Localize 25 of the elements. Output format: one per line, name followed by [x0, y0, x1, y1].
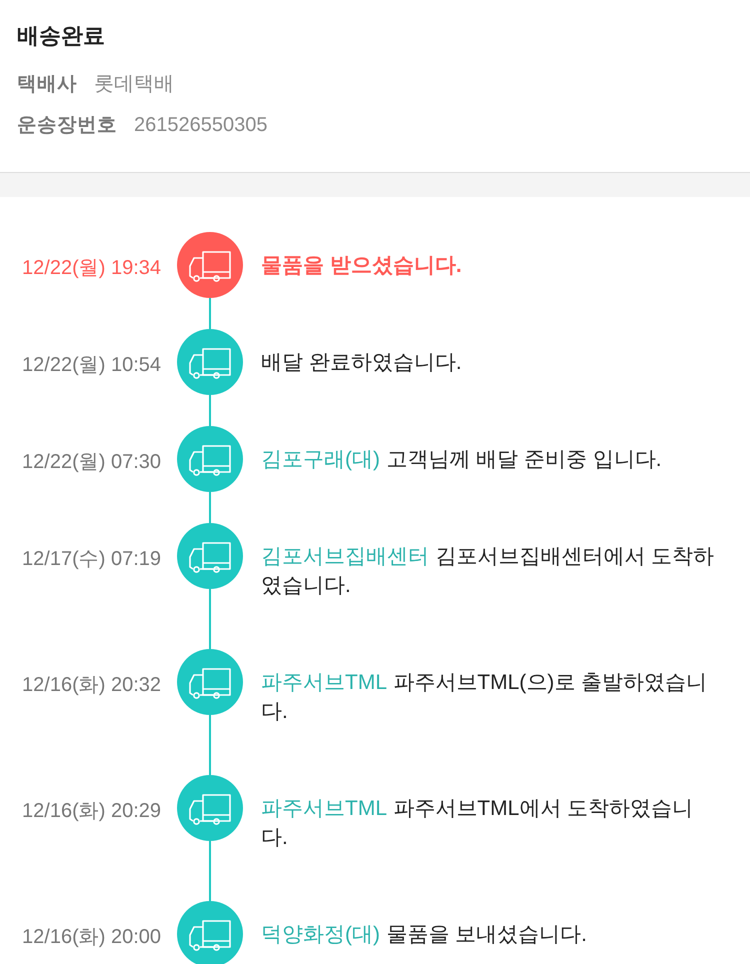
event-time: 12/16(화) 20:00: [22, 925, 161, 950]
timeline-line: [209, 298, 211, 329]
event-time: 12/16(화) 20:29: [22, 799, 161, 824]
timeline-line: [209, 715, 211, 775]
field-label: 택배사: [17, 72, 77, 97]
event-message: 김포구래(대) 고객님께 배달 준비중 입니다.: [261, 446, 663, 472]
timeline-line: [209, 395, 211, 426]
field-value: 261526550305: [134, 113, 268, 138]
timeline-line: [209, 841, 211, 901]
event-message: 물품을 받으셨습니다.: [261, 252, 463, 278]
event-time: 12/22(월) 19:34: [22, 256, 161, 281]
event-message: 김포서브집배센터 김포서브집배센터에서 도착하였습니다.: [261, 544, 716, 598]
timeline-line: [209, 492, 211, 523]
event-message: 파주서브TML 파주서브TML(으)로 출발하였습니다.: [261, 670, 708, 724]
event-time: 12/16(화) 20:32: [22, 673, 161, 698]
event-time: 12/22(월) 07:30: [22, 450, 161, 475]
page-title: 배송완료: [17, 22, 106, 50]
event-message: 덕양화정(대) 물품을 보내셨습니다.: [261, 922, 588, 948]
field-value: 롯데택배: [94, 72, 174, 97]
timeline-line: [209, 589, 211, 649]
event-time: 12/17(수) 07:19: [22, 547, 161, 572]
event-message: 배달 완료하였습니다.: [261, 350, 463, 376]
field-label: 운송장번호: [17, 113, 117, 138]
event-time: 12/22(월) 10:54: [22, 353, 161, 378]
event-message: 파주서브TML 파주서브TML에서 도착하였습니다.: [261, 796, 694, 850]
